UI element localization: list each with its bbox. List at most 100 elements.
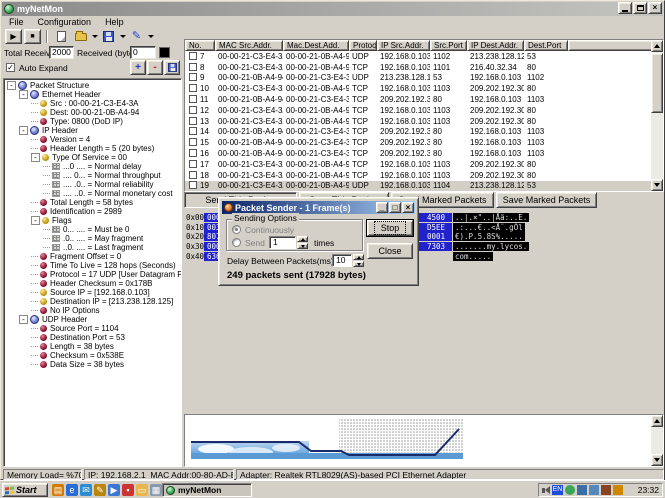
row-checkbox[interactable] bbox=[189, 138, 197, 146]
edit-dropdown-icon[interactable] bbox=[148, 35, 154, 38]
row-checkbox[interactable] bbox=[189, 84, 197, 92]
table-row[interactable]: 1700-00-21-C3-E4-3A00-00-21-0B-A4-94TCP1… bbox=[185, 159, 663, 170]
tree-item[interactable]: Destination IP = [213.238.128.125] bbox=[4, 297, 181, 306]
tree-item[interactable]: -Packet Structure bbox=[4, 81, 181, 90]
tree-item[interactable]: Checksum = 0x538E bbox=[4, 351, 181, 360]
save-dropdown-icon[interactable] bbox=[120, 35, 126, 38]
collapse-all-button[interactable]: - bbox=[147, 60, 163, 75]
edit-button[interactable]: ✎ bbox=[128, 29, 145, 44]
grid-app-icon[interactable]: ▦ bbox=[150, 484, 162, 496]
close-dialog-button[interactable]: Close bbox=[367, 243, 413, 259]
document-icon[interactable]: ▤ bbox=[52, 484, 64, 496]
auto-expand-checkbox[interactable]: ✓ bbox=[6, 63, 15, 72]
tree-item[interactable]: 0... .... = Must be 0 bbox=[4, 225, 181, 234]
folder-icon[interactable]: ▭ bbox=[136, 484, 148, 496]
column-header[interactable]: MAC Src.Addr. bbox=[215, 40, 283, 51]
table-row[interactable]: 1900-00-21-C3-E4-3A00-00-21-0B-A4-94UDP1… bbox=[185, 181, 663, 192]
expand-all-button[interactable]: + bbox=[130, 60, 146, 75]
table-row[interactable]: 700-00-21-C3-E4-3A00-00-21-0B-A4-94UDP19… bbox=[185, 51, 663, 62]
delay-stepper[interactable] bbox=[353, 254, 364, 267]
row-checkbox[interactable] bbox=[189, 181, 197, 189]
tree-item[interactable]: Total Length = 58 bytes bbox=[4, 198, 181, 207]
table-row[interactable]: 900-00-21-0B-A4-9400-00-21-C3-E4-3AUDP21… bbox=[185, 73, 663, 84]
collapse-toggle-icon[interactable]: - bbox=[31, 153, 40, 162]
tree-item[interactable]: -IP Header bbox=[4, 126, 181, 135]
start-capture-button[interactable]: ▶ bbox=[5, 29, 22, 44]
app-red-icon[interactable]: ▪ bbox=[122, 484, 134, 496]
collapse-toggle-icon[interactable]: - bbox=[31, 216, 40, 225]
tree-item[interactable]: Source Port = 1104 bbox=[4, 324, 181, 333]
media-player-icon[interactable]: ▶ bbox=[108, 484, 120, 496]
minimize-button[interactable] bbox=[618, 2, 632, 14]
collapse-toggle-icon[interactable]: - bbox=[19, 90, 28, 99]
stop-button[interactable]: Stop bbox=[367, 220, 413, 236]
open-dropdown-icon[interactable] bbox=[92, 35, 98, 38]
language-indicator[interactable]: EN bbox=[552, 485, 563, 495]
tree-item[interactable]: .... .0.. = Normal reliability bbox=[4, 180, 181, 189]
start-button[interactable]: Start bbox=[2, 483, 48, 497]
tree-item[interactable]: Dest: 00-00-21-0B-A4-94 bbox=[4, 108, 181, 117]
row-checkbox[interactable] bbox=[189, 127, 197, 135]
tree-item[interactable]: Fragment Offset = 0 bbox=[4, 252, 181, 261]
save-button[interactable] bbox=[100, 29, 117, 44]
tree-item[interactable]: Data Size = 38 bytes bbox=[4, 360, 181, 369]
table-row[interactable]: 1400-00-21-0B-A4-9400-00-21-C3-E4-3ATCP2… bbox=[185, 127, 663, 138]
menu-file[interactable]: File bbox=[2, 16, 31, 28]
restore-button[interactable] bbox=[633, 2, 647, 14]
column-header[interactable]: Mac.Dest.Add. bbox=[283, 40, 349, 51]
scroll-up-icon[interactable] bbox=[651, 415, 663, 427]
row-checkbox[interactable] bbox=[189, 52, 197, 60]
column-header[interactable]: Src.Port bbox=[430, 40, 467, 51]
column-header[interactable]: IP Src.Addr. bbox=[377, 40, 430, 51]
menu-help[interactable]: Help bbox=[98, 16, 131, 28]
total-received-field[interactable]: 2000 bbox=[49, 46, 74, 59]
spin-up-icon[interactable] bbox=[353, 254, 364, 260]
row-checkbox[interactable] bbox=[189, 171, 197, 179]
antivirus-icon[interactable] bbox=[613, 485, 623, 495]
scroll-down-icon[interactable] bbox=[651, 179, 663, 191]
taskbar-clock[interactable]: 23:32 bbox=[638, 485, 659, 495]
row-checkbox[interactable] bbox=[189, 73, 197, 81]
tree-item[interactable]: -Type Of Service = 00 bbox=[4, 153, 181, 162]
modem-icon[interactable] bbox=[601, 485, 611, 495]
tree-item[interactable]: Identification = 2989 bbox=[4, 207, 181, 216]
close-button[interactable]: × bbox=[648, 2, 662, 14]
column-header[interactable]: Protocol bbox=[349, 40, 377, 51]
tree-item[interactable]: No IP Options bbox=[4, 306, 181, 315]
table-row[interactable]: 1000-00-21-C3-E4-3A00-00-21-0B-A4-94TCP1… bbox=[185, 83, 663, 94]
new-button[interactable] bbox=[53, 29, 70, 44]
spin-up-icon[interactable] bbox=[297, 236, 308, 242]
tree-item[interactable]: .0.. .... = May fragment bbox=[4, 234, 181, 243]
row-checkbox[interactable] bbox=[189, 95, 197, 103]
row-checkbox[interactable] bbox=[189, 160, 197, 168]
column-header[interactable]: Dest.Port bbox=[524, 40, 568, 51]
tree-item[interactable]: .... 0... = Normal throughput bbox=[4, 171, 181, 180]
collapse-toggle-icon[interactable]: - bbox=[19, 126, 28, 135]
outlook-icon[interactable]: ✉ bbox=[80, 484, 92, 496]
save-tree-button[interactable] bbox=[164, 60, 180, 75]
column-header[interactable]: No. bbox=[185, 40, 215, 51]
tree-item[interactable]: ..0. .... = Last fragment bbox=[4, 243, 181, 252]
internet-explorer-icon[interactable]: e bbox=[66, 484, 78, 496]
scroll-up-icon[interactable] bbox=[651, 40, 663, 52]
table-scrollbar[interactable] bbox=[651, 40, 663, 191]
taskbar-item-mynetmon[interactable]: myNetMon bbox=[162, 483, 252, 497]
network-icon[interactable] bbox=[577, 485, 587, 495]
table-row[interactable]: 1300-00-21-C3-E4-3A00-00-21-0B-A4-94TCP1… bbox=[185, 116, 663, 127]
spin-down-icon[interactable] bbox=[297, 243, 308, 249]
tree-item[interactable]: -Ethernet Header bbox=[4, 90, 181, 99]
column-header[interactable]: IP Dest.Addr. bbox=[467, 40, 524, 51]
row-checkbox[interactable] bbox=[189, 117, 197, 125]
table-row[interactable]: 800-00-21-C3-E4-3A00-00-21-0B-A4-94TCP19… bbox=[185, 62, 663, 73]
tree-item[interactable]: -Flags bbox=[4, 216, 181, 225]
green-status-icon[interactable] bbox=[565, 485, 575, 495]
tree-item[interactable]: Header Checksum = 0x178B bbox=[4, 279, 181, 288]
send-times-radio[interactable] bbox=[232, 238, 241, 247]
table-row[interactable]: 1200-00-21-C3-E4-3A00-00-21-0B-A4-94TCP1… bbox=[185, 105, 663, 116]
tree-item[interactable]: Time To Live = 128 hops (Seconds) bbox=[4, 261, 181, 270]
continuously-radio[interactable] bbox=[232, 225, 241, 234]
send-times-field[interactable]: 1 bbox=[269, 236, 296, 249]
row-checkbox[interactable] bbox=[189, 149, 197, 157]
ad-banner-image[interactable] bbox=[191, 419, 463, 459]
dialog-close-button[interactable]: × bbox=[402, 202, 414, 213]
